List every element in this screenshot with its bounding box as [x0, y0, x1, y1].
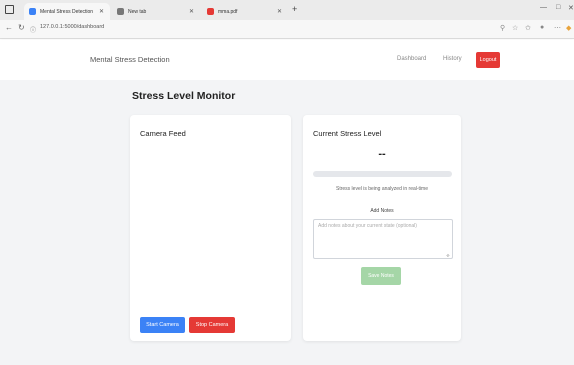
nav-link-dashboard[interactable]: Dashboard [397, 56, 426, 62]
favorites-icon[interactable]: ✩ [525, 24, 531, 32]
close-icon[interactable]: ✕ [99, 8, 104, 15]
stress-value: -- [378, 148, 386, 160]
tab-favicon-icon [29, 8, 36, 15]
restore-icon[interactable]: □ [556, 4, 560, 11]
close-icon[interactable]: ✕ [277, 8, 282, 15]
nav-link-history[interactable]: History [443, 56, 462, 62]
favorite-star-icon[interactable]: ☆ [512, 24, 518, 32]
stress-level-card: Current Stress Level -- Stress level is … [303, 115, 461, 341]
browser-tab-active[interactable]: Mental Stress Detection ✕ [24, 3, 110, 20]
key-icon[interactable]: ⚲ [500, 24, 505, 32]
copilot-icon[interactable]: ◆ [566, 24, 571, 32]
more-icon[interactable]: ⋯ [554, 24, 561, 32]
notes-textarea[interactable] [313, 219, 453, 259]
close-icon[interactable]: ✕ [189, 8, 194, 15]
plus-icon[interactable]: + [292, 4, 297, 14]
site-info-icon[interactable]: ⓘ [30, 25, 36, 34]
stress-level-title: Current Stress Level [313, 129, 382, 138]
notes-label: Add Notes [370, 208, 394, 214]
start-camera-button[interactable]: Start Camera [140, 317, 185, 333]
brand-title[interactable]: Mental Stress Detection [90, 55, 170, 64]
camera-feed-title: Camera Feed [140, 129, 186, 138]
stress-progress-bar [313, 171, 452, 177]
pdf-icon [207, 8, 214, 15]
tab-title: New tab [128, 8, 147, 15]
tab-favicon-icon [117, 8, 124, 15]
stop-camera-button[interactable]: Stop Camera [189, 317, 235, 333]
address-bar: ← ↻ ⓘ 127.0.0.1:5000/dashboard ⚲ ☆ ✩ ● ⋯… [0, 20, 574, 39]
logout-button[interactable]: Logout [476, 52, 500, 68]
browser-tab-strip: Mental Stress Detection ✕ New tab ✕ mma.… [0, 0, 574, 20]
browser-tab-pdf[interactable]: mma.pdf ✕ [202, 3, 288, 20]
close-icon[interactable]: ✕ [568, 4, 574, 12]
window-icon[interactable] [5, 5, 14, 14]
minimize-icon[interactable]: — [540, 4, 547, 11]
back-arrow-icon[interactable]: ← [5, 23, 13, 32]
profile-icon[interactable]: ● [540, 24, 544, 31]
tab-title: Mental Stress Detection [40, 8, 94, 15]
browser-tab-new[interactable]: New tab ✕ [112, 3, 200, 20]
app-navbar: Mental Stress Detection Dashboard Histor… [0, 40, 574, 80]
url-field[interactable]: 127.0.0.1:5000/dashboard [40, 24, 104, 30]
save-notes-button[interactable]: Save Notes [361, 267, 401, 285]
reload-icon[interactable]: ↻ [18, 23, 25, 32]
page-title: Stress Level Monitor [132, 90, 236, 102]
page-body: Stress Level Monitor Camera Feed Start C… [0, 80, 574, 365]
tab-title: mma.pdf [218, 8, 238, 15]
camera-feed-card: Camera Feed Start Camera Stop Camera [130, 115, 291, 341]
status-text: Stress level is being analyzed in real-t… [336, 186, 428, 192]
